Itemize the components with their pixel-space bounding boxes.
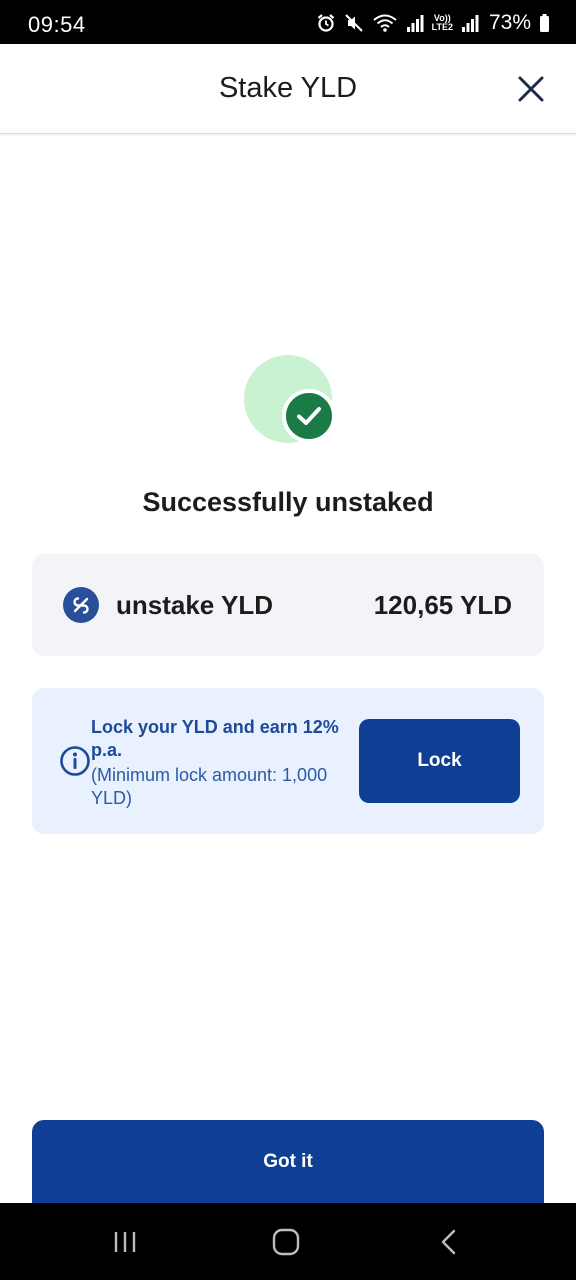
alarm-icon xyxy=(316,13,336,33)
app-header: Stake YLD xyxy=(0,44,576,134)
got-it-button[interactable]: Got it xyxy=(32,1120,544,1204)
unstake-summary-card: unstake YLD 120,65 YLD xyxy=(32,554,544,656)
battery-icon xyxy=(539,13,550,33)
summary-label: unstake YLD xyxy=(116,590,274,620)
signal-icon xyxy=(461,13,479,33)
summary-amount: 120,65 YLD xyxy=(373,590,512,620)
recent-apps-icon xyxy=(114,1232,136,1252)
success-title: Successfully unstaked xyxy=(142,487,434,517)
lock-offer-subtitle: (Minimum lock amount: 1,000 YLD) xyxy=(91,765,328,808)
mute-icon xyxy=(344,13,364,33)
signal-icon xyxy=(406,13,424,33)
status-bar: 09:54 Vo)) LTE2 73% xyxy=(0,0,576,44)
check-circle-icon xyxy=(244,355,336,447)
lock-offer-title: Lock your YLD and earn 12% p.a. xyxy=(91,717,339,760)
percent-icon xyxy=(63,587,99,623)
back-icon xyxy=(441,1229,456,1255)
close-button[interactable] xyxy=(516,74,546,104)
recent-apps-button[interactable] xyxy=(110,1227,140,1262)
screen: 09:54 Vo)) LTE2 73% Stake YLD Successful… xyxy=(0,0,576,1280)
home-icon xyxy=(272,1228,300,1256)
check-icon xyxy=(297,407,321,425)
info-icon xyxy=(60,746,90,776)
wifi-icon xyxy=(372,13,398,33)
battery-percent: 73% xyxy=(488,11,531,34)
status-time: 09:54 xyxy=(28,12,86,37)
lock-button[interactable]: Lock xyxy=(359,719,520,803)
check-badge xyxy=(282,389,336,443)
home-button[interactable] xyxy=(271,1227,301,1262)
lock-offer-card: Lock your YLD and earn 12% p.a. (Minimum… xyxy=(32,688,544,834)
volte-icon: Vo)) LTE2 xyxy=(431,13,453,32)
page-title: Stake YLD xyxy=(218,72,358,104)
status-icons: Vo)) LTE2 73% xyxy=(316,10,550,36)
close-icon xyxy=(518,76,544,102)
back-button[interactable] xyxy=(434,1227,464,1262)
system-nav-bar xyxy=(0,1203,576,1280)
